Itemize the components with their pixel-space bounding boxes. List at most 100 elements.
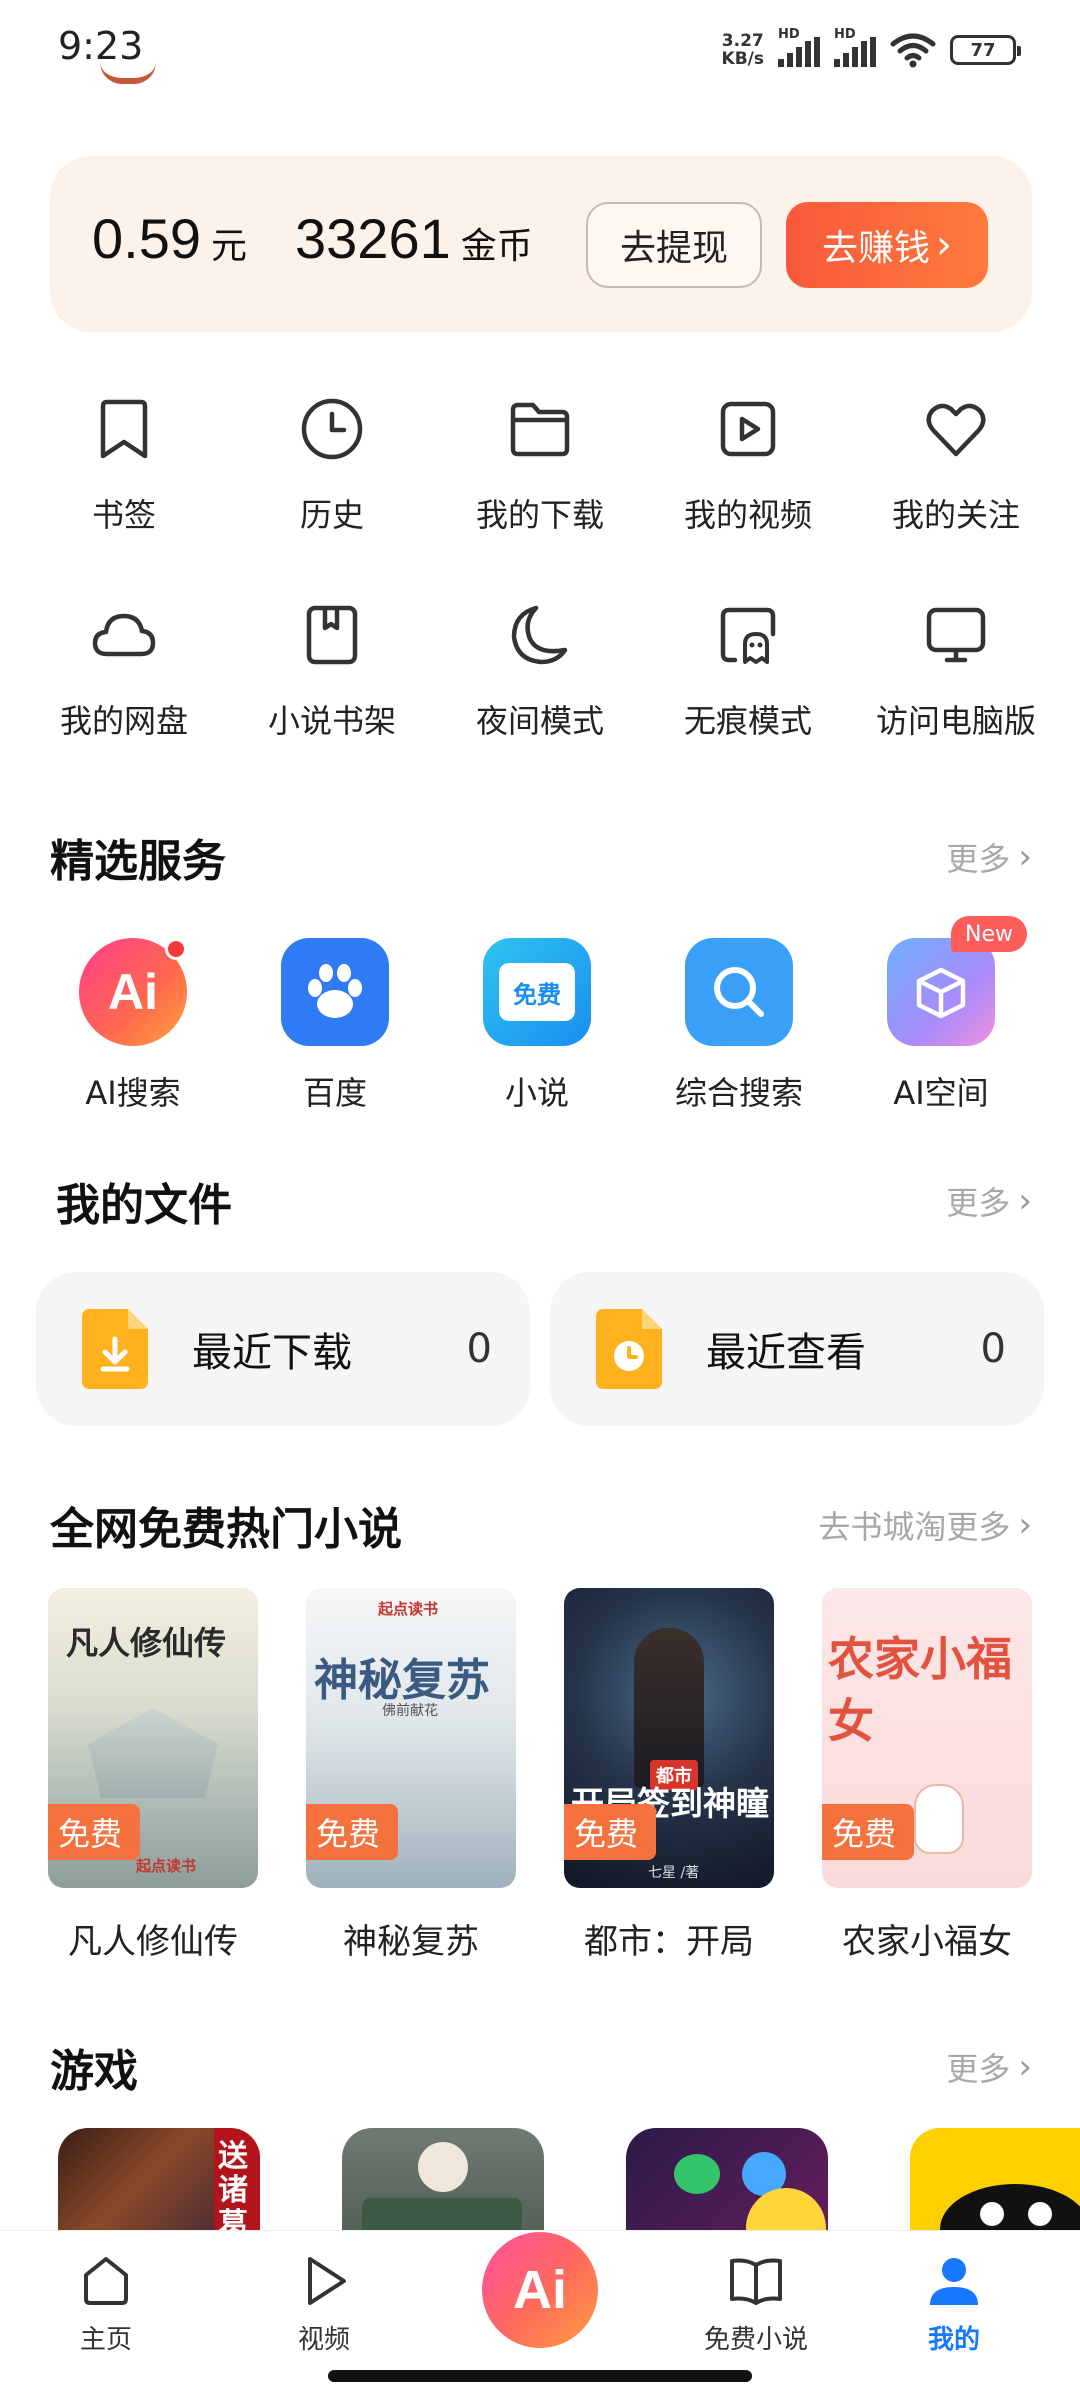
files-header: 我的文件 更多 › (56, 1166, 1032, 1236)
game-list: 送诸葛 (58, 2128, 1080, 2234)
featured-services: Ai AI搜索 百度 免费 小说 综合搜索 New AI空间 (32, 916, 1042, 1114)
cash-value: 0.59 (92, 207, 201, 270)
files-more-link[interactable]: 更多 › (946, 1178, 1032, 1224)
quick-item-history[interactable]: 历史 (228, 392, 436, 536)
section-title: 游戏 (50, 2046, 138, 2097)
quick-item-desktop-version[interactable]: 访问电脑版 (852, 598, 1060, 742)
book-cover: 都市 开局签到神瞳 免费 七星 /著 (564, 1588, 774, 1888)
earn-button[interactable]: 去赚钱 › (786, 202, 988, 288)
book-icon (306, 605, 358, 665)
home-icon (84, 2257, 128, 2305)
book-cover: 起点读书 神秘复苏 佛前献花 免费 (306, 1588, 516, 1888)
quick-item-downloads[interactable]: 我的下载 (436, 392, 644, 536)
nav-ai-button[interactable]: Ai (482, 2232, 598, 2348)
play-icon (308, 2257, 346, 2305)
recent-downloads-card[interactable]: 最近下载 0 (36, 1272, 530, 1426)
service-ai-space[interactable]: New AI空间 (840, 916, 1042, 1114)
chevron-right-icon: › (1018, 2047, 1032, 2087)
signal-icon: HD (778, 27, 820, 67)
monitor-icon (926, 607, 986, 663)
section-title: 全网免费热门小说 (50, 1504, 402, 1555)
quick-item-follows[interactable]: 我的关注 (852, 392, 1060, 536)
quick-item-bookshelf[interactable]: 小说书架 (228, 598, 436, 742)
clock-icon (301, 398, 363, 460)
battery-icon: 77 (950, 35, 1021, 65)
new-badge: New (951, 916, 1027, 952)
novels-header: 全网免费热门小说 去书城淘更多 › (50, 1490, 1032, 1560)
cash-unit: 元 (211, 226, 248, 267)
status-icons: 3.27 KB/s HD HD 77 (721, 26, 1021, 74)
free-tag: 免费 (48, 1804, 141, 1860)
profile-icon (930, 2258, 978, 2305)
home-indicator[interactable] (328, 2370, 752, 2382)
novel-item[interactable]: 起点读书 神秘复苏 佛前献花 免费 神秘复苏 (306, 1588, 516, 1963)
book-cover: 农家小福女 免费 (822, 1588, 1032, 1888)
avatar[interactable] (100, 62, 156, 84)
nav-free-novels[interactable]: 免费小说 (686, 2251, 826, 2356)
games-header: 游戏 更多 › (50, 2032, 1032, 2102)
download-file-icon (82, 1309, 148, 1389)
ai-space-cube-icon: New (887, 916, 1027, 1046)
game-item[interactable] (910, 2128, 1080, 2234)
free-tag: 免费 (564, 1804, 657, 1860)
chevron-right-icon: › (1018, 837, 1032, 877)
ai-search-icon: Ai (79, 938, 187, 1046)
nav-home[interactable]: 主页 (36, 2251, 176, 2356)
wifi-icon (890, 33, 936, 68)
withdraw-button[interactable]: 去提现 (586, 202, 762, 288)
quick-item-incognito[interactable]: 无痕模式 (644, 598, 852, 742)
ai-center-icon: Ai (513, 2260, 567, 2320)
featured-more-link[interactable]: 更多 › (946, 834, 1032, 880)
status-bar: 9:23 3.27 KB/s HD HD 77 (0, 0, 1080, 100)
coins-unit: 金币 (460, 226, 533, 267)
game-item[interactable] (342, 2128, 544, 2234)
quick-item-bookmark[interactable]: 书签 (20, 392, 228, 536)
service-general-search[interactable]: 综合搜索 (638, 938, 840, 1114)
book-cover: 凡人修仙传 免费 起点读书 (48, 1588, 258, 1888)
quick-item-videos[interactable]: 我的视频 (644, 392, 852, 536)
service-baidu[interactable]: 百度 (234, 938, 436, 1114)
heart-icon (926, 403, 986, 457)
file-count: 0 (466, 1326, 492, 1372)
chevron-right-icon: › (1018, 1181, 1032, 1221)
baidu-paw-icon (281, 938, 389, 1046)
signal-icon: HD (834, 27, 876, 67)
recent-views-card[interactable]: 最近查看 0 (550, 1272, 1044, 1426)
moon-icon (511, 605, 568, 665)
recent-file-icon (596, 1309, 662, 1389)
chevron-right-icon: › (1018, 1505, 1032, 1545)
service-ai-search[interactable]: Ai AI搜索 (32, 938, 234, 1114)
bookmark-icon (100, 399, 148, 459)
search-icon (685, 938, 793, 1046)
cloud-icon (92, 613, 156, 657)
free-tag: 免费 (306, 1804, 399, 1860)
wallet-card: 0.59 元 33261 金币 去提现 去赚钱 › (50, 156, 1032, 332)
notification-dot (165, 938, 187, 960)
coins-value: 33261 (295, 207, 451, 270)
ghost-icon (720, 607, 776, 664)
file-count: 0 (980, 1326, 1006, 1372)
net-speed: 3.27 KB/s (721, 31, 764, 69)
folder-icon (510, 402, 570, 457)
video-icon (720, 401, 776, 457)
game-item[interactable]: 送诸葛 (58, 2128, 260, 2234)
novel-item[interactable]: 凡人修仙传 免费 起点读书 凡人修仙传 (48, 1588, 258, 1963)
nav-profile[interactable]: 我的 (884, 2251, 1024, 2356)
service-novel[interactable]: 免费 小说 (436, 938, 638, 1114)
featured-header: 精选服务 更多 › (50, 822, 1032, 892)
open-book-icon (730, 2258, 782, 2305)
novel-book-icon: 免费 (483, 938, 591, 1046)
quick-item-cloud-drive[interactable]: 我的网盘 (20, 598, 228, 742)
section-title: 我的文件 (56, 1180, 232, 1231)
novel-item[interactable]: 都市 开局签到神瞳 免费 七星 /著 都市：开局 (564, 1588, 774, 1963)
nav-video[interactable]: 视频 (254, 2251, 394, 2356)
games-more-link[interactable]: 更多 › (946, 2044, 1032, 2090)
quick-actions-grid: 书签 历史 我的下载 我的视频 我的关注 我的网盘 小说书架 夜间模式 无痕模式… (20, 392, 1060, 742)
free-tag: 免费 (822, 1804, 915, 1860)
quick-item-night-mode[interactable]: 夜间模式 (436, 598, 644, 742)
novel-item[interactable]: 农家小福女 免费 农家小福女 (822, 1588, 1032, 1963)
wallet-amounts: 0.59 元 33261 金币 (92, 206, 581, 271)
novels-more-link[interactable]: 去书城淘更多 › (818, 1502, 1032, 1548)
novel-list: 凡人修仙传 免费 起点读书 凡人修仙传 起点读书 神秘复苏 佛前献花 免费 神秘… (48, 1588, 1038, 1963)
game-item[interactable] (626, 2128, 828, 2234)
